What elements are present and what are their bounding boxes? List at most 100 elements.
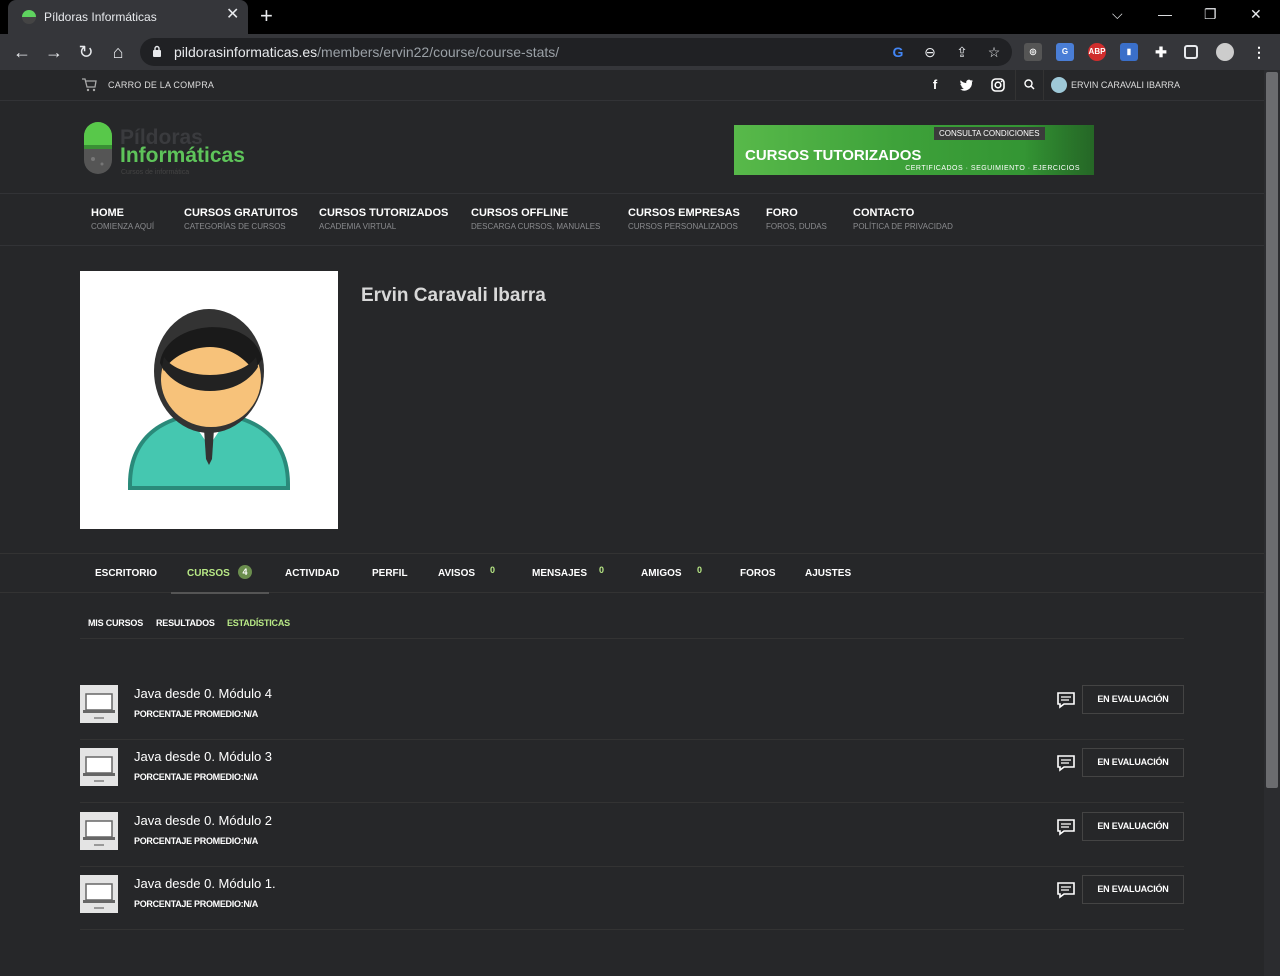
close-tab-icon[interactable]: ✕: [226, 7, 239, 23]
scrollbar-thumb[interactable]: [1266, 72, 1278, 788]
google-icon[interactable]: G: [889, 43, 907, 61]
nav-title: FORO: [766, 207, 798, 219]
nav-item-contacto[interactable]: CONTACTO POLÍTICA DE PRIVACIDAD: [853, 207, 953, 231]
browser-tab[interactable]: Píldoras Informáticas ✕: [8, 0, 248, 34]
cursos-count-badge: 4: [238, 565, 252, 579]
course-thumbnail[interactable]: [80, 685, 118, 723]
url-text: pildorasinformaticas.es/members/ervin22/…: [174, 44, 560, 60]
course-thumbnail[interactable]: [80, 875, 118, 913]
puzzle-icon[interactable]: ✚: [1152, 43, 1170, 61]
home-icon[interactable]: ⌂: [106, 40, 130, 64]
sidepanel-icon[interactable]: [1184, 45, 1198, 59]
nav-title: HOME: [91, 207, 124, 219]
course-row: Java desde 0. Módulo 4 PORCENTAJE PROMED…: [80, 677, 1184, 740]
course-title[interactable]: Java desde 0. Módulo 3: [134, 749, 272, 764]
banner-tag: CONSULTA CONDICIONES: [934, 127, 1045, 140]
abp-icon[interactable]: ABP: [1088, 43, 1106, 61]
nav-item-cursos-offline[interactable]: CURSOS OFFLINE DESCARGA CURSOS, MANUALES: [471, 207, 600, 231]
status-button[interactable]: EN EVALUACIÓN: [1082, 685, 1184, 714]
reader-icon[interactable]: ▮: [1120, 43, 1138, 61]
address-bar[interactable]: pildorasinformaticas.es/members/ervin22/…: [140, 38, 1012, 66]
facebook-icon[interactable]: f: [926, 76, 944, 94]
nav-subtitle: POLÍTICA DE PRIVACIDAD: [853, 222, 953, 231]
course-row: Java desde 0. Módulo 1. PORCENTAJE PROME…: [80, 867, 1184, 930]
zoom-icon[interactable]: ⊖: [921, 43, 939, 61]
tab-perfil[interactable]: PERFIL: [372, 568, 408, 579]
nav-subtitle: FOROS, DUDAS: [766, 222, 827, 231]
nav-subtitle: ACADEMIA VIRTUAL: [319, 222, 397, 231]
back-icon[interactable]: ←: [10, 40, 34, 64]
comment-icon[interactable]: [1056, 691, 1076, 709]
nav-title: CURSOS EMPRESAS: [628, 207, 740, 219]
course-title[interactable]: Java desde 0. Módulo 2: [134, 813, 272, 828]
logo-line2[interactable]: Informáticas: [120, 144, 245, 168]
member-nav: ESCRITORIO CURSOS 4 ACTIVIDAD PERFIL AVI…: [0, 553, 1264, 594]
course-thumbnail[interactable]: [80, 748, 118, 786]
nav-item-foro[interactable]: FORO FOROS, DUDAS: [766, 207, 827, 231]
status-button[interactable]: EN EVALUACIÓN: [1082, 875, 1184, 904]
nav-item-cursos-empresas[interactable]: CURSOS EMPRESAS CURSOS PERSONALIZADOS: [628, 207, 740, 231]
profile-avatar: [80, 271, 338, 529]
tab-mensajes[interactable]: MENSAJES: [532, 568, 587, 579]
nav-title: CURSOS GRATUITOS: [184, 207, 298, 219]
course-thumbnail[interactable]: [80, 812, 118, 850]
course-row: Java desde 0. Módulo 2 PORCENTAJE PROMED…: [80, 804, 1184, 867]
tab-mis-cursos[interactable]: MIS CURSOS: [88, 618, 143, 628]
tab-foros[interactable]: FOROS: [740, 568, 776, 579]
translate-icon[interactable]: G: [1056, 43, 1074, 61]
user-menu-link[interactable]: ERVIN CARAVALI IBARRA: [1071, 80, 1180, 90]
share-icon[interactable]: ⇪: [953, 43, 971, 61]
nav-item-cursos-tutorizados[interactable]: CURSOS TUTORIZADOS ACADEMIA VIRTUAL: [319, 207, 448, 231]
bookmark-star-icon[interactable]: ☆: [985, 43, 1003, 61]
status-button[interactable]: EN EVALUACIÓN: [1082, 748, 1184, 777]
nav-subtitle: CATEGORÍAS DE CURSOS: [184, 222, 286, 231]
reload-icon[interactable]: ↻: [74, 40, 98, 64]
tab-title: Píldoras Informáticas: [44, 10, 157, 24]
new-tab-icon[interactable]: +: [260, 5, 273, 27]
site-favicon-icon: [22, 10, 36, 24]
comment-icon[interactable]: [1056, 818, 1076, 836]
tab-avisos[interactable]: AVISOS: [438, 568, 475, 579]
cart-link[interactable]: CARRO DE LA COMPRA: [108, 80, 214, 90]
site-header: Píldoras Informáticas Cursos de informát…: [0, 101, 1264, 194]
profile-icon[interactable]: [1216, 43, 1234, 61]
tab-actividad[interactable]: ACTIVIDAD: [285, 568, 339, 579]
close-window-icon[interactable]: ✕: [1250, 6, 1262, 23]
nav-item-home[interactable]: HOME COMIENZA AQUÍ: [91, 207, 154, 231]
tab-escritorio[interactable]: ESCRITORIO: [95, 568, 157, 579]
tab-amigos[interactable]: AMIGOS: [641, 568, 682, 579]
tab-resultados[interactable]: RESULTADOS: [156, 618, 215, 628]
course-average: PORCENTAJE PROMEDIO:N/A: [134, 772, 258, 782]
user-avatar[interactable]: [1051, 77, 1067, 93]
profile-name: Ervin Caravali Ibarra: [361, 285, 546, 306]
nav-item-cursos-gratuitos[interactable]: CURSOS GRATUITOS CATEGORÍAS DE CURSOS: [184, 207, 298, 231]
avisos-count-badge: 0: [490, 565, 496, 575]
tab-cursos[interactable]: CURSOS: [187, 568, 230, 579]
minimize-icon[interactable]: —: [1158, 6, 1172, 22]
main-nav: HOME COMIENZA AQUÍ CURSOS GRATUITOS CATE…: [0, 194, 1264, 246]
page: CARRO DE LA COMPRA f ERVIN CARAVALI IBAR…: [0, 70, 1264, 976]
tab-ajustes[interactable]: AJUSTES: [805, 568, 851, 579]
lock-icon: [153, 45, 161, 57]
cart-icon[interactable]: [81, 78, 97, 92]
restore-icon[interactable]: ❐: [1204, 6, 1217, 23]
tab-estadisticas[interactable]: ESTADÍSTICAS: [227, 618, 290, 628]
status-button[interactable]: EN EVALUACIÓN: [1082, 812, 1184, 841]
course-title[interactable]: Java desde 0. Módulo 4: [134, 686, 272, 701]
instagram-icon[interactable]: [989, 76, 1007, 94]
comment-icon[interactable]: [1056, 881, 1076, 899]
course-title[interactable]: Java desde 0. Módulo 1.: [134, 876, 276, 891]
menu-icon[interactable]: ⋮: [1250, 43, 1268, 61]
tab-search-icon[interactable]: ⌵: [1112, 6, 1123, 23]
glasses-icon[interactable]: ◎: [1024, 43, 1042, 61]
comment-icon[interactable]: [1056, 754, 1076, 772]
pill-logo-icon[interactable]: [83, 121, 113, 175]
forward-icon[interactable]: →: [42, 40, 66, 64]
divider: [1015, 70, 1016, 101]
search-icon[interactable]: [1021, 76, 1039, 94]
twitter-icon[interactable]: [958, 76, 976, 94]
promo-banner[interactable]: CONSULTA CONDICIONES CURSOS TUTORIZADOS …: [734, 125, 1094, 175]
logo-tagline: Cursos de informática: [121, 169, 190, 176]
user-avatar-illustration: [128, 309, 290, 490]
banner-subtitle: CERTIFICADOS · SEGUIMIENTO · EJERCICIOS: [905, 165, 1080, 172]
